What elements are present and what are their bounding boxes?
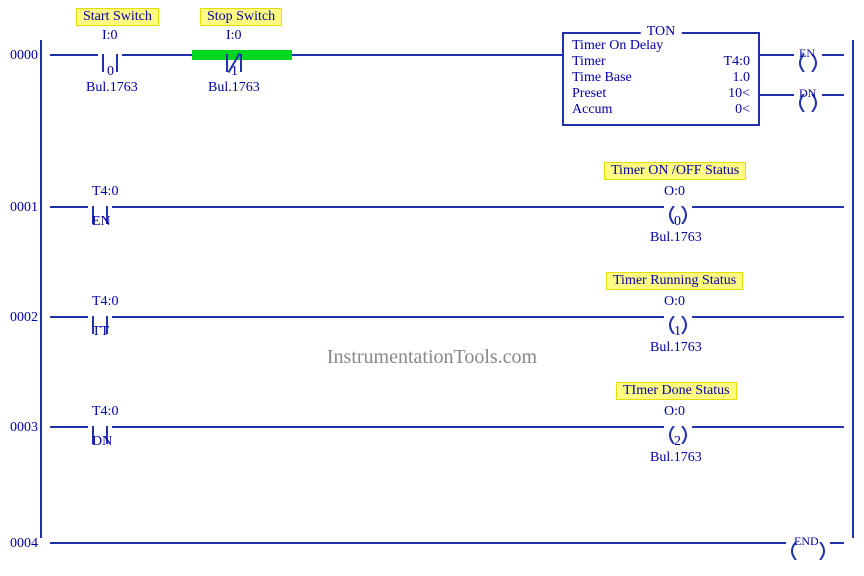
wire: [122, 54, 192, 56]
stop-switch-addr: I:0: [226, 28, 242, 44]
ton-k0: Timer: [572, 54, 606, 70]
wire: [822, 94, 844, 96]
ton-v1: 1.0: [733, 70, 751, 86]
wire: [758, 94, 794, 96]
r3-out-desc: Bul.1763: [650, 450, 702, 466]
start-switch-addr: I:0: [102, 28, 118, 44]
rung-3: 0003 T4:0 DN TImer Done Status O:0 2 Bul…: [10, 370, 854, 480]
ton-title: TON: [641, 24, 682, 40]
wire: [50, 316, 88, 318]
rung-4: 0004 END: [10, 480, 854, 550]
r3-out-tag: TImer Done Status: [616, 382, 737, 400]
r1-out-bit: 0: [674, 214, 681, 230]
start-switch-tag: Start Switch: [76, 8, 159, 26]
wire: [112, 426, 664, 428]
r3-out-addr: O:0: [664, 404, 685, 420]
r2-out-desc: Bul.1763: [650, 340, 702, 356]
r1-out-tag: Timer ON /OFF Status: [604, 162, 746, 180]
wire: [50, 206, 88, 208]
r1-in-addr: T4:0: [92, 184, 118, 200]
rung-0: 0000 Start Switch I:0 0 Bul.1763 Stop Sw…: [10, 10, 854, 150]
wire: [758, 54, 794, 56]
rung-number: 0004: [10, 536, 38, 552]
ton-k1: Time Base: [572, 70, 632, 86]
r2-out-tag: Timer Running Status: [606, 272, 743, 290]
wire: [822, 54, 844, 56]
r1-out-addr: O:0: [664, 184, 685, 200]
rung-number: 0002: [10, 310, 38, 326]
wire: [50, 54, 98, 56]
rung-1: 0001 T4:0 EN Timer ON /OFF Status O:0 0 …: [10, 150, 854, 260]
rung-number: 0003: [10, 420, 38, 436]
stop-switch-tag: Stop Switch: [200, 8, 282, 26]
wire: [692, 316, 844, 318]
wire: [50, 542, 786, 544]
wire: [692, 206, 844, 208]
r3-in-sub: DN: [92, 434, 112, 450]
r2-out-bit: 1: [674, 324, 681, 340]
r3-in-addr: T4:0: [92, 404, 118, 420]
ton-k2: Preset: [572, 86, 606, 102]
r1-in-sub: EN: [92, 214, 111, 230]
ton-v0: T4:0: [724, 54, 750, 70]
r2-out-addr: O:0: [664, 294, 685, 310]
wire: [692, 426, 844, 428]
wire: [292, 54, 562, 56]
start-switch-bit: 0: [107, 64, 114, 80]
dn-label: DN: [799, 86, 816, 101]
ton-k3: Accum: [572, 102, 612, 118]
ton-name: Timer On Delay: [572, 38, 750, 54]
wire: [112, 316, 664, 318]
stop-switch-bit: 1: [231, 64, 238, 80]
r2-in-addr: T4:0: [92, 294, 118, 310]
ton-v3: 0<: [735, 102, 750, 118]
r2-in-sub: TT: [92, 324, 109, 340]
watermark: InstrumentationTools.com: [327, 346, 537, 369]
ton-instruction: TON Timer On Delay TimerT4:0 Time Base1.…: [562, 32, 760, 126]
r1-out-desc: Bul.1763: [650, 230, 702, 246]
en-label: EN: [799, 46, 815, 61]
stop-switch-desc: Bul.1763: [208, 80, 260, 96]
wire: [112, 206, 664, 208]
wire: [50, 426, 88, 428]
r3-out-bit: 2: [674, 434, 681, 450]
ton-v2: 10<: [728, 86, 750, 102]
wire: [830, 542, 844, 544]
rung-number: 0001: [10, 200, 38, 216]
start-switch-desc: Bul.1763: [86, 80, 138, 96]
end-label: END: [794, 534, 819, 549]
rung-number: 0000: [10, 48, 38, 64]
